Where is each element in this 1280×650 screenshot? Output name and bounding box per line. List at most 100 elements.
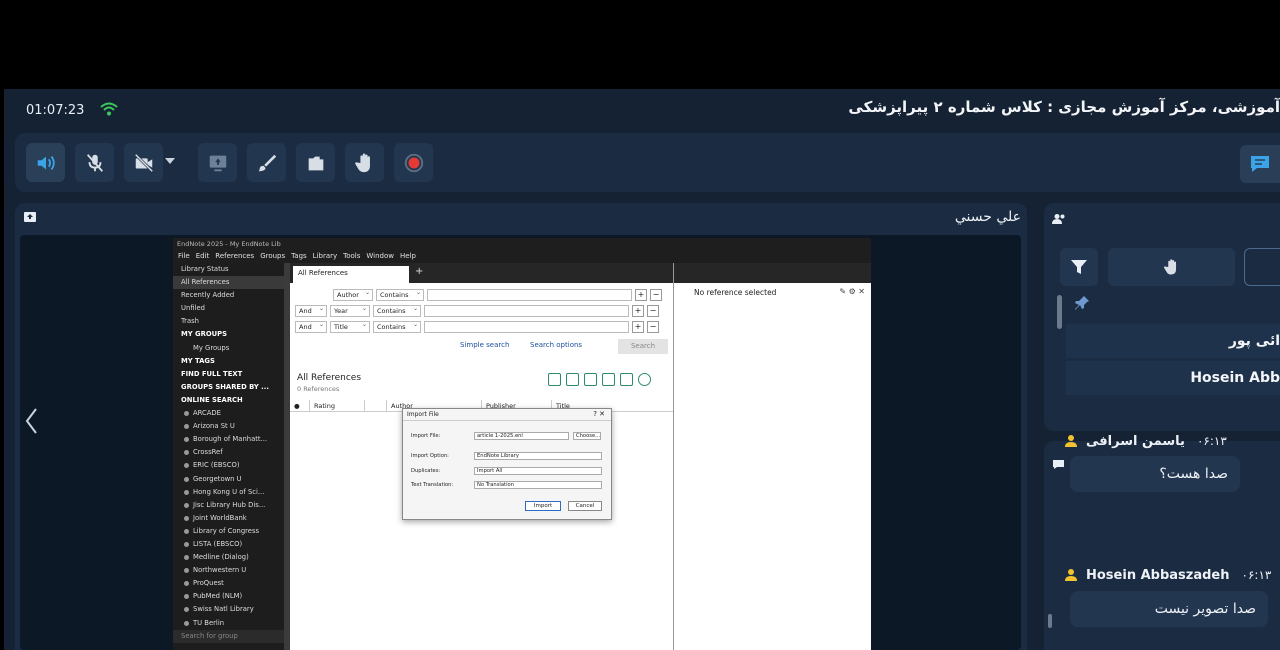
search-button[interactable]: Search bbox=[618, 339, 668, 354]
online-source-item[interactable]: Borough of Manhatt... bbox=[173, 433, 286, 446]
tab-all-references[interactable]: All References bbox=[293, 266, 409, 283]
search-options-link[interactable]: Search options bbox=[530, 341, 582, 355]
sidebar-recently-added[interactable]: Recently Added bbox=[173, 289, 286, 302]
online-source-item[interactable]: Arizona St U bbox=[173, 420, 286, 433]
remove-row-button[interactable]: − bbox=[647, 321, 659, 333]
menu-file[interactable]: File bbox=[178, 252, 190, 261]
speaker-button[interactable] bbox=[26, 143, 65, 182]
add-row-button[interactable]: + bbox=[635, 289, 647, 301]
column-rating[interactable]: Rating bbox=[310, 400, 365, 411]
online-source-item[interactable]: Northwestern U bbox=[173, 564, 286, 577]
sidebar-library-status[interactable]: Library Status bbox=[173, 263, 286, 276]
chevron-left-icon[interactable] bbox=[24, 407, 38, 435]
online-source-item[interactable]: ERIC (EBSCO) bbox=[173, 459, 286, 472]
online-source-item[interactable]: Swiss Natl Library bbox=[173, 603, 286, 616]
share-icon[interactable] bbox=[602, 373, 615, 386]
menu-library[interactable]: Library bbox=[313, 252, 337, 261]
sidebar-trash[interactable]: Trash bbox=[173, 315, 286, 328]
online-source-item[interactable]: ProQuest bbox=[173, 577, 286, 590]
record-button[interactable] bbox=[394, 143, 433, 182]
sidebar-my-tags[interactable]: MY TAGS bbox=[173, 355, 286, 368]
sidebar-all-references[interactable]: All References bbox=[173, 276, 286, 290]
import-option-dropdown[interactable]: EndNote Library bbox=[474, 451, 602, 460]
raise-hand-button[interactable] bbox=[345, 143, 384, 182]
search-operator-dropdown[interactable]: Contains bbox=[376, 289, 424, 301]
microphone-button[interactable] bbox=[75, 143, 114, 182]
menu-tags[interactable]: Tags bbox=[291, 252, 307, 261]
menu-tools[interactable]: Tools bbox=[343, 252, 360, 261]
online-source-item[interactable]: Hong Kong U of Sci... bbox=[173, 486, 286, 499]
camera-options-caret[interactable] bbox=[165, 158, 175, 164]
remove-row-button[interactable]: − bbox=[647, 305, 659, 317]
pdf-icon[interactable] bbox=[620, 373, 633, 386]
quote-icon[interactable] bbox=[548, 373, 561, 386]
participants-tab-button[interactable] bbox=[1244, 248, 1280, 286]
import-file-field[interactable]: article 1-2025.enl bbox=[474, 431, 569, 440]
online-source-item[interactable]: Library of Congress bbox=[173, 525, 286, 538]
participant-row[interactable]: ائی پور bbox=[1066, 324, 1280, 358]
search-field-dropdown[interactable]: Year bbox=[330, 305, 370, 317]
search-conj-dropdown[interactable]: And bbox=[295, 305, 327, 317]
sidebar-groups-shared[interactable]: GROUPS SHARED BY ... bbox=[173, 381, 286, 394]
duplicates-dropdown[interactable]: Import All bbox=[474, 466, 602, 475]
online-source-item[interactable]: Jisc Library Hub Dis... bbox=[173, 499, 286, 512]
import-button[interactable]: Import bbox=[525, 501, 561, 511]
sidebar-find-full-text[interactable]: FIND FULL TEXT bbox=[173, 368, 286, 381]
add-user-icon[interactable] bbox=[584, 373, 597, 386]
add-tab-button[interactable]: + bbox=[415, 266, 423, 277]
online-source-item[interactable]: TU Berlin bbox=[173, 617, 286, 630]
remove-row-button[interactable]: − bbox=[650, 289, 662, 301]
sidebar-my-groups-header[interactable]: MY GROUPS bbox=[173, 328, 286, 341]
sidebar-my-groups[interactable]: My Groups bbox=[173, 342, 286, 355]
pin-icon[interactable] bbox=[1074, 295, 1090, 311]
simple-search-link[interactable]: Simple search bbox=[460, 341, 509, 355]
choose-file-button[interactable]: Choose... bbox=[573, 431, 601, 440]
menu-groups[interactable]: Groups bbox=[260, 252, 285, 261]
menu-window[interactable]: Window bbox=[366, 252, 394, 261]
record-icon bbox=[404, 153, 423, 172]
menu-references[interactable]: References bbox=[215, 252, 254, 261]
search-operator-dropdown[interactable]: Contains bbox=[373, 305, 421, 317]
whiteboard-button[interactable] bbox=[247, 143, 286, 182]
sidebar-unfiled[interactable]: Unfiled bbox=[173, 302, 286, 315]
screen-share-icon bbox=[209, 155, 226, 171]
add-row-button[interactable]: + bbox=[632, 305, 644, 317]
group-search-input[interactable]: Search for group bbox=[173, 629, 286, 643]
globe-icon[interactable] bbox=[638, 373, 651, 386]
search-field-dropdown[interactable]: Title bbox=[330, 321, 370, 333]
online-source-item[interactable]: Georgetown U bbox=[173, 473, 286, 486]
filter-button[interactable] bbox=[1060, 248, 1098, 286]
search-conj-dropdown[interactable]: And bbox=[295, 321, 327, 333]
participant-row[interactable]: Hosein Abb bbox=[1066, 361, 1280, 395]
search-text-input[interactable] bbox=[424, 321, 629, 333]
add-row-button[interactable]: + bbox=[632, 321, 644, 333]
sidebar-online-search[interactable]: ONLINE SEARCH bbox=[173, 394, 286, 407]
translation-dropdown[interactable]: No Translation bbox=[474, 480, 602, 489]
column-read-status[interactable]: ● bbox=[290, 400, 310, 411]
chat-scrollbar[interactable] bbox=[1048, 614, 1052, 628]
online-source-item[interactable]: CrossRef bbox=[173, 446, 286, 459]
search-field-dropdown[interactable]: Author bbox=[333, 289, 373, 301]
dialog-close-icon[interactable]: ? ✕ bbox=[593, 410, 605, 418]
cancel-button[interactable]: Cancel bbox=[568, 501, 602, 511]
insert-citation-icon[interactable] bbox=[566, 373, 579, 386]
search-text-input[interactable] bbox=[427, 289, 632, 301]
files-button[interactable] bbox=[296, 143, 335, 182]
online-source-item[interactable]: Medline (Dialog) bbox=[173, 551, 286, 564]
online-source-item[interactable]: ARCADE bbox=[173, 407, 286, 420]
online-source-item[interactable]: Joint WorldBank bbox=[173, 512, 286, 525]
online-source-item[interactable]: LISTA (EBSCO) bbox=[173, 538, 286, 551]
paperclip-icon[interactable] bbox=[365, 400, 387, 411]
online-source-item[interactable]: PubMed (NLM) bbox=[173, 590, 286, 603]
participants-scrollbar[interactable] bbox=[1057, 295, 1062, 329]
search-conj-spacer bbox=[295, 289, 330, 301]
menu-help[interactable]: Help bbox=[400, 252, 416, 261]
share-screen-button[interactable] bbox=[198, 143, 237, 182]
chat-toggle-button[interactable] bbox=[1240, 145, 1280, 183]
search-operator-dropdown[interactable]: Contains bbox=[373, 321, 421, 333]
camera-button[interactable] bbox=[124, 143, 163, 182]
menu-edit[interactable]: Edit bbox=[196, 252, 210, 261]
search-text-input[interactable] bbox=[424, 305, 629, 317]
raised-hands-filter-button[interactable] bbox=[1108, 248, 1235, 286]
detail-pane-actions[interactable]: ✎ ⚙ ✕ bbox=[839, 287, 865, 296]
